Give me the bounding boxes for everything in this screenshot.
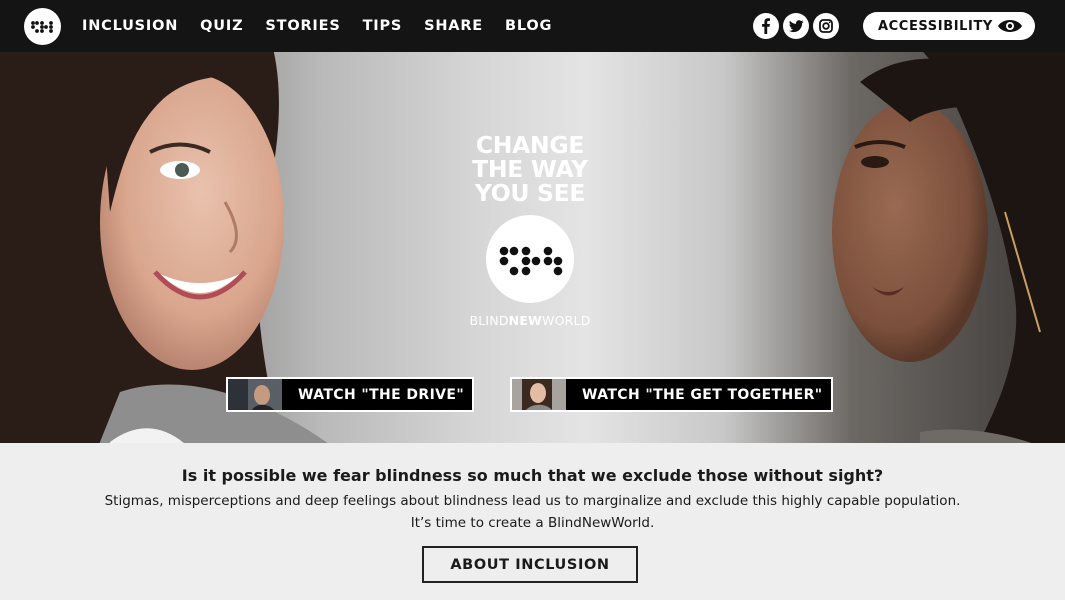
instagram-icon (819, 19, 833, 33)
watch-the-get-together-label: WATCH "THE GET TOGETHER" (582, 386, 823, 403)
nav-link-tips[interactable]: TIPS (363, 18, 403, 34)
nav-links: INCLUSION QUIZ STORIES TIPS SHARE BLOG (82, 0, 574, 52)
wordmark-new: NEW (508, 313, 543, 328)
accessibility-label: ACCESSIBILITY (878, 18, 993, 34)
nav-link-blog[interactable]: BLOG (505, 18, 552, 34)
twitter-link[interactable] (783, 13, 809, 39)
hero-tagline: CHANGE THE WAY YOU SEE (430, 133, 630, 205)
intro-body: Stigmas, misperceptions and deep feeling… (0, 490, 1065, 534)
braille-logo-icon (31, 21, 53, 33)
nav-link-share[interactable]: SHARE (424, 18, 483, 34)
facebook-icon (762, 18, 770, 34)
eye-icon (998, 20, 1022, 32)
about-inclusion-button[interactable]: ABOUT INCLUSION (422, 546, 638, 583)
nav-link-inclusion[interactable]: INCLUSION (82, 18, 178, 34)
home-logo-link[interactable] (24, 8, 61, 45)
intro-body-line-1: Stigmas, misperceptions and deep feeling… (104, 493, 961, 509)
wordmark-blind: BLIND (469, 313, 509, 328)
intro-heading: Is it possible we fear blindness so much… (181, 466, 884, 485)
nav-link-stories[interactable]: STORIES (265, 18, 340, 34)
hero-braille-logo (486, 215, 574, 303)
top-navigation-bar: INCLUSION QUIZ STORIES TIPS SHARE BLOG A… (0, 0, 1065, 52)
tagline-line-2: THE WAY (472, 155, 588, 183)
video-thumbnail (512, 379, 566, 410)
hero-wordmark: BLINDNEWWORLD (430, 313, 630, 328)
watch-the-get-together-button[interactable]: WATCH "THE GET TOGETHER" (510, 377, 833, 412)
nav-link-quiz[interactable]: QUIZ (200, 18, 243, 34)
inclusion-intro-section: Is it possible we fear blindness so much… (0, 443, 1065, 600)
instagram-link[interactable] (813, 13, 839, 39)
watch-the-drive-button[interactable]: WATCH "THE DRIVE" (226, 377, 474, 412)
tagline-line-1: CHANGE (475, 131, 585, 159)
accessibility-button[interactable]: ACCESSIBILITY (863, 12, 1035, 40)
tagline-line-3: YOU SEE (474, 179, 586, 207)
hero-photo-right-woman (832, 52, 1065, 443)
watch-the-drive-label: WATCH "THE DRIVE" (298, 386, 465, 403)
braille-logo-icon (499, 246, 563, 276)
intro-body-line-2: It’s time to create a BlindNewWorld. (410, 515, 655, 531)
video-thumbnail (228, 379, 282, 410)
twitter-icon (789, 20, 804, 33)
facebook-link[interactable] (753, 13, 779, 39)
hero-banner: CHANGE THE WAY YOU SEE BLINDNEWWORLD WAT… (0, 52, 1065, 443)
wordmark-world: WORLD (542, 313, 591, 328)
about-inclusion-label: ABOUT INCLUSION (450, 556, 610, 573)
